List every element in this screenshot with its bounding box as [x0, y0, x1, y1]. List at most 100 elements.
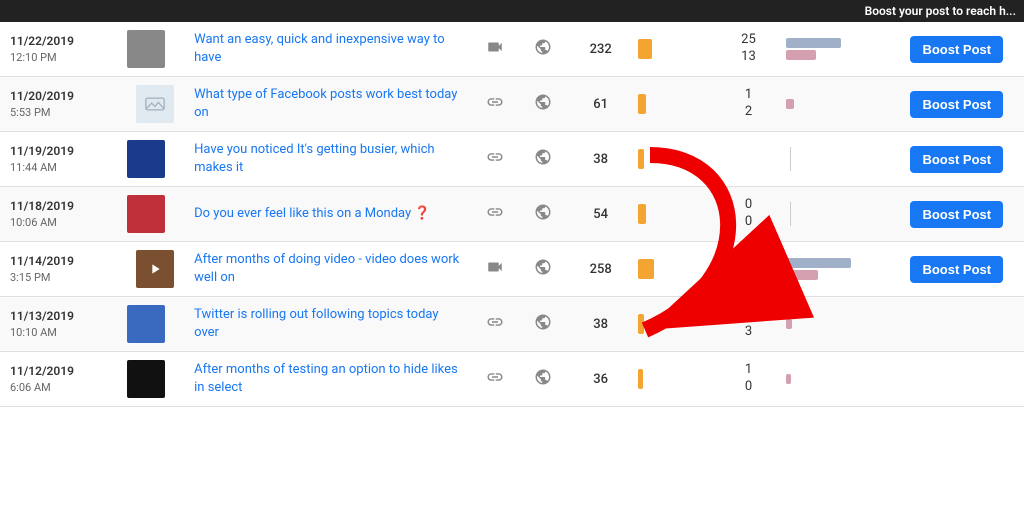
post-title-cell[interactable]: After months of doing video - video does…	[188, 242, 470, 297]
post-boost-cell	[890, 297, 1024, 352]
table-row: 11/20/2019 5:53 PM What type of Facebook…	[0, 77, 1024, 132]
table-row: 11/18/2019 10:06 AM Do you ever feel lik…	[0, 187, 1024, 242]
post-boost-cell[interactable]: Boost Post	[890, 242, 1024, 297]
post-audience-icon-cell	[519, 187, 567, 242]
post-thumbnail-cell	[121, 187, 188, 242]
post-thumbnail-cell	[121, 77, 188, 132]
post-engagement-cell: 6127	[715, 242, 782, 297]
post-reach-cell: 38	[567, 297, 634, 352]
post-time: 3:15 PM	[10, 270, 115, 285]
post-reach-bar-cell	[634, 352, 715, 407]
post-date-cell: 11/20/2019 5:53 PM	[0, 77, 121, 132]
post-time: 11:44 AM	[10, 160, 115, 175]
table-row: 11/14/2019 3:15 PM After months of doing…	[0, 242, 1024, 297]
post-engagement-cell: 2513	[715, 22, 782, 77]
post-engagement-bar-cell	[782, 352, 890, 407]
post-reach-cell: 258	[567, 242, 634, 297]
post-reach-bar-cell	[634, 77, 715, 132]
post-date-cell: 11/14/2019 3:15 PM	[0, 242, 121, 297]
post-type-icon-cell	[470, 352, 518, 407]
post-date-cell: 11/13/2019 10:10 AM	[0, 297, 121, 352]
post-title-cell[interactable]: Do you ever feel like this on a Monday ❓	[188, 187, 470, 242]
post-date-cell: 11/22/2019 12:10 PM	[0, 22, 121, 77]
post-date: 11/18/2019	[10, 198, 115, 215]
boost-post-button[interactable]: Boost Post	[910, 256, 1003, 283]
boost-post-button[interactable]: Boost Post	[910, 36, 1003, 63]
post-reach-bar-cell	[634, 242, 715, 297]
boost-post-button[interactable]: Boost Post	[910, 201, 1003, 228]
post-thumbnail-cell	[121, 132, 188, 187]
top-banner: Boost your post to reach h...	[0, 0, 1024, 22]
post-title[interactable]: Twitter is rolling out following topics …	[194, 307, 438, 340]
table-row: 11/12/2019 6:06 AM After months of testi…	[0, 352, 1024, 407]
post-date-cell: 11/12/2019 6:06 AM	[0, 352, 121, 407]
post-title-cell[interactable]: Twitter is rolling out following topics …	[188, 297, 470, 352]
post-reach-bar-cell	[634, 297, 715, 352]
post-engagement-bar-cell	[782, 77, 890, 132]
post-thumbnail-cell	[121, 297, 188, 352]
post-date: 11/19/2019	[10, 143, 115, 160]
post-reach-cell: 61	[567, 77, 634, 132]
post-title[interactable]: After months of testing an option to hid…	[194, 362, 458, 395]
post-date-cell: 11/18/2019 10:06 AM	[0, 187, 121, 242]
post-title-cell[interactable]: After months of testing an option to hid…	[188, 352, 470, 407]
post-boost-cell	[890, 352, 1024, 407]
post-boost-cell[interactable]: Boost Post	[890, 22, 1024, 77]
post-date: 11/14/2019	[10, 253, 115, 270]
post-engagement-bar-cell	[782, 187, 890, 242]
post-engagement-cell: 03	[715, 297, 782, 352]
table-row: 11/22/2019 12:10 PM Want an easy, quick …	[0, 22, 1024, 77]
post-time: 12:10 PM	[10, 50, 115, 65]
table-row: 11/13/2019 10:10 AM Twitter is rolling o…	[0, 297, 1024, 352]
post-reach-cell: 232	[567, 22, 634, 77]
post-title[interactable]: What type of Facebook posts work best to…	[194, 87, 457, 120]
post-type-icon-cell	[470, 297, 518, 352]
post-boost-cell[interactable]: Boost Post	[890, 132, 1024, 187]
post-time: 10:06 AM	[10, 215, 115, 230]
boost-post-button[interactable]: Boost Post	[910, 91, 1003, 118]
post-engagement-cell	[715, 132, 782, 187]
post-thumbnail-cell	[121, 22, 188, 77]
post-engagement-cell: 00	[715, 187, 782, 242]
post-reach-bar-cell	[634, 22, 715, 77]
boost-post-button[interactable]: Boost Post	[910, 146, 1003, 173]
post-type-icon-cell	[470, 22, 518, 77]
post-boost-cell[interactable]: Boost Post	[890, 77, 1024, 132]
post-engagement-bar-cell	[782, 132, 890, 187]
post-audience-icon-cell	[519, 77, 567, 132]
post-date: 11/22/2019	[10, 33, 115, 50]
post-engagement-cell: 10	[715, 352, 782, 407]
post-thumbnail-cell	[121, 352, 188, 407]
post-engagement-bar-cell	[782, 297, 890, 352]
post-audience-icon-cell	[519, 22, 567, 77]
post-date-cell: 11/19/2019 11:44 AM	[0, 132, 121, 187]
post-reach-bar-cell	[634, 132, 715, 187]
post-title-cell[interactable]: Have you noticed It's getting busier, wh…	[188, 132, 470, 187]
post-reach-cell: 36	[567, 352, 634, 407]
post-boost-cell[interactable]: Boost Post	[890, 187, 1024, 242]
post-title[interactable]: Have you noticed It's getting busier, wh…	[194, 142, 434, 175]
post-date: 11/20/2019	[10, 88, 115, 105]
post-audience-icon-cell	[519, 352, 567, 407]
post-title[interactable]: Want an easy, quick and inexpensive way …	[194, 32, 445, 65]
post-reach-cell: 54	[567, 187, 634, 242]
post-title[interactable]: After months of doing video - video does…	[194, 252, 459, 285]
post-type-icon-cell	[470, 77, 518, 132]
post-audience-icon-cell	[519, 242, 567, 297]
post-engagement-bar-cell	[782, 22, 890, 77]
post-title-cell[interactable]: What type of Facebook posts work best to…	[188, 77, 470, 132]
post-date: 11/13/2019	[10, 308, 115, 325]
post-reach-bar-cell	[634, 187, 715, 242]
post-title[interactable]: Do you ever feel like this on a Monday ❓	[194, 206, 430, 221]
post-time: 5:53 PM	[10, 105, 115, 120]
post-date: 11/12/2019	[10, 363, 115, 380]
post-type-icon-cell	[470, 187, 518, 242]
post-time: 6:06 AM	[10, 380, 115, 395]
post-engagement-bar-cell	[782, 242, 890, 297]
post-time: 10:10 AM	[10, 325, 115, 340]
post-audience-icon-cell	[519, 132, 567, 187]
post-audience-icon-cell	[519, 297, 567, 352]
post-title-cell[interactable]: Want an easy, quick and inexpensive way …	[188, 22, 470, 77]
post-type-icon-cell	[470, 242, 518, 297]
post-reach-cell: 38	[567, 132, 634, 187]
